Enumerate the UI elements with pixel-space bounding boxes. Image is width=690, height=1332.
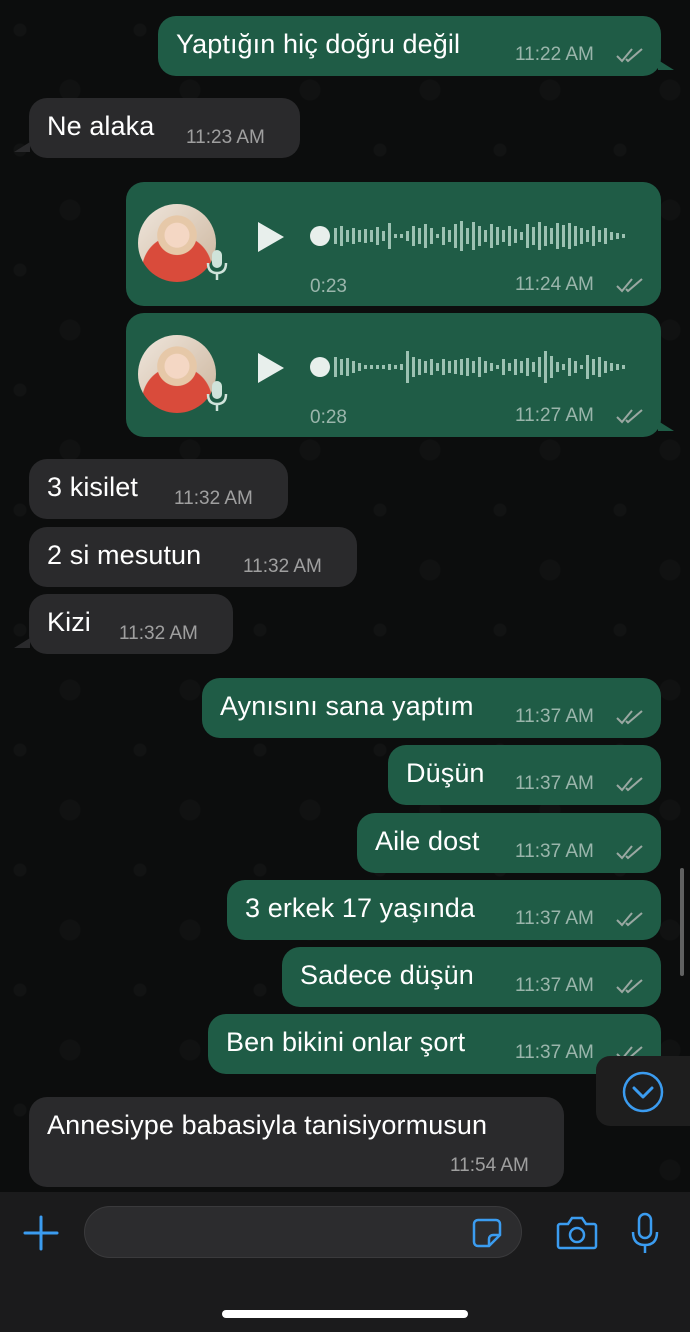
- scroll-to-bottom-button[interactable]: [596, 1056, 690, 1126]
- message-bubble-outgoing[interactable]: Aile dost 11:37 AM: [357, 813, 661, 873]
- message-time: 11:37 AM: [515, 1042, 594, 1063]
- read-ticks-icon: [616, 979, 643, 994]
- read-ticks-icon: [616, 710, 643, 725]
- message-bubble-incoming[interactable]: 2 si mesutun 11:32 AM: [29, 527, 357, 587]
- plus-icon[interactable]: [22, 1214, 60, 1252]
- message-bubble-incoming[interactable]: Kizi 11:32 AM: [29, 594, 233, 654]
- message-input[interactable]: [84, 1206, 522, 1258]
- message-text: Düşün: [406, 758, 485, 788]
- message-bubble-incoming[interactable]: Annesiype babasiyla tanisiyormusun 11:54…: [29, 1097, 564, 1187]
- play-button-icon[interactable]: [256, 220, 286, 254]
- message-time: 11:23 AM: [186, 127, 265, 148]
- voice-message-bubble[interactable]: 0:28 11:27 AM: [126, 313, 661, 437]
- message-time: 11:37 AM: [515, 841, 594, 862]
- message-text: Sadece düşün: [300, 960, 474, 990]
- bubble-tail: [14, 142, 30, 152]
- voice-duration: 0:23: [310, 276, 347, 297]
- chevron-down-circle-icon: [622, 1071, 664, 1113]
- waveform[interactable]: [308, 349, 638, 385]
- message-text: Kizi: [47, 607, 91, 637]
- read-ticks-icon: [616, 845, 643, 860]
- message-time: 11:54 AM: [450, 1155, 529, 1176]
- message-text: Ne alaka: [47, 111, 155, 141]
- message-bubble-incoming[interactable]: 3 kisilet 11:32 AM: [29, 459, 288, 519]
- message-text: Annesiype babasiyla tanisiyormusun: [47, 1110, 488, 1140]
- message-bubble-outgoing[interactable]: Düşün 11:37 AM: [388, 745, 661, 805]
- message-bubble-outgoing[interactable]: Yaptığın hiç doğru değil 11:22 AM: [158, 16, 661, 76]
- message-text: Aynısını sana yaptım: [220, 691, 474, 721]
- message-text: Ben bikini onlar şort: [226, 1027, 466, 1057]
- message-bubble-outgoing[interactable]: Ben bikini onlar şort 11:37 AM: [208, 1014, 661, 1074]
- read-ticks-icon: [616, 278, 643, 293]
- message-time: 11:32 AM: [174, 488, 253, 509]
- avatar: [138, 335, 216, 413]
- message-time: 11:32 AM: [243, 556, 322, 577]
- message-time: 11:37 AM: [515, 975, 594, 996]
- microphone-icon[interactable]: [630, 1212, 660, 1256]
- message-time: 11:37 AM: [515, 908, 594, 929]
- message-time: 11:24 AM: [515, 274, 594, 295]
- chat-area[interactable]: Yaptığın hiç doğru değil 11:22 AM Ne ala…: [0, 0, 690, 1192]
- read-ticks-icon: [616, 48, 643, 63]
- voice-message-bubble[interactable]: 0:23 11:24 AM: [126, 182, 661, 306]
- camera-icon[interactable]: [556, 1214, 598, 1250]
- scrollbar[interactable]: [680, 868, 684, 976]
- waveform[interactable]: [308, 218, 638, 254]
- bubble-tail: [14, 638, 30, 648]
- microphone-icon: [206, 250, 228, 280]
- message-time: 11:32 AM: [119, 623, 198, 644]
- read-ticks-icon: [616, 777, 643, 792]
- message-bubble-outgoing[interactable]: Aynısını sana yaptım 11:37 AM: [202, 678, 661, 738]
- message-text: 3 kisilet: [47, 472, 138, 502]
- read-ticks-icon: [616, 409, 643, 424]
- message-text: Aile dost: [375, 826, 480, 856]
- voice-duration: 0:28: [310, 407, 347, 428]
- message-time: 11:22 AM: [515, 44, 594, 65]
- message-time: 11:37 AM: [515, 773, 594, 794]
- message-bubble-outgoing[interactable]: Sadece düşün 11:37 AM: [282, 947, 661, 1007]
- avatar: [138, 204, 216, 282]
- play-button-icon[interactable]: [256, 351, 286, 385]
- bubble-tail: [658, 60, 674, 70]
- microphone-icon: [206, 381, 228, 411]
- home-indicator: [222, 1310, 468, 1318]
- message-text: 2 si mesutun: [47, 540, 202, 570]
- message-bubble-incoming[interactable]: Ne alaka 11:23 AM: [29, 98, 300, 158]
- bubble-tail: [658, 421, 674, 431]
- message-text: Yaptığın hiç doğru değil: [176, 29, 461, 59]
- message-time: 11:27 AM: [515, 405, 594, 426]
- read-ticks-icon: [616, 912, 643, 927]
- message-text: 3 erkek 17 yaşında: [245, 893, 475, 923]
- message-bubble-outgoing[interactable]: 3 erkek 17 yaşında 11:37 AM: [227, 880, 661, 940]
- sticker-icon[interactable]: [471, 1217, 503, 1249]
- message-time: 11:37 AM: [515, 706, 594, 727]
